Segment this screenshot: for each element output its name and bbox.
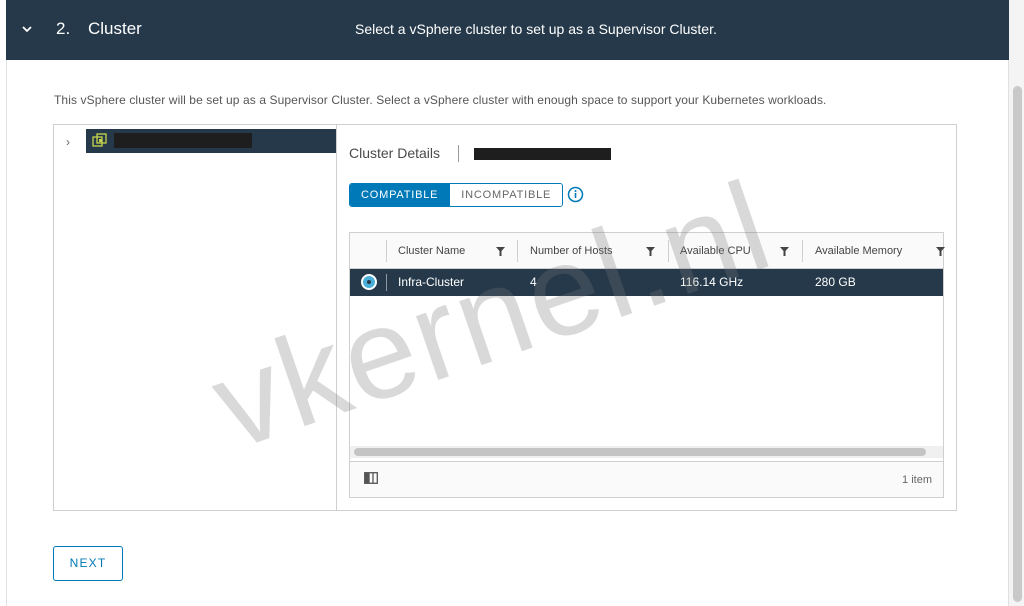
step-header[interactable]: 2. Cluster Select a vSphere cluster to s… (6, 0, 1009, 60)
column-header-cluster-name[interactable]: Cluster Name (398, 233, 465, 269)
tab-incompatible[interactable]: INCOMPATIBLE (449, 184, 563, 206)
datagrid-footer: 1 item (350, 461, 943, 497)
row-separator (386, 274, 387, 291)
step-number: 2. (56, 19, 71, 38)
cell-available-cpu: 116.14 GHz (680, 275, 744, 289)
cell-cluster-name: Infra-Cluster (398, 275, 465, 289)
column-toggle-icon[interactable] (364, 472, 378, 484)
info-icon[interactable] (567, 186, 584, 203)
step-description: This vSphere cluster will be set up as a… (54, 93, 827, 107)
details-divider (458, 145, 459, 162)
datagrid-horizontal-scrollbar[interactable] (350, 446, 943, 458)
inventory-tree: › (54, 125, 337, 510)
scrollbar-thumb[interactable] (354, 448, 926, 456)
tab-compatible[interactable]: COMPATIBLE (350, 184, 450, 206)
column-header-available-memory[interactable]: Available Memory (815, 233, 902, 269)
filter-icon[interactable] (780, 247, 789, 256)
filter-icon[interactable] (496, 247, 505, 256)
compatibility-toggle: COMPATIBLE INCOMPATIBLE (349, 183, 564, 207)
table-row[interactable]: Infra-Cluster 4 116.14 GHz 280 GB (350, 269, 943, 296)
column-header-available-cpu[interactable]: Available CPU (680, 233, 751, 269)
filter-icon[interactable] (646, 247, 655, 256)
datagrid-header: Cluster Name Number of Hosts Available C… (350, 233, 945, 269)
cell-number-of-hosts: 4 (530, 275, 537, 289)
column-separator[interactable] (517, 240, 518, 262)
datacenter-icon (92, 133, 107, 147)
chevron-down-icon[interactable] (20, 22, 34, 36)
cluster-selection-panel: › Cluster Details COMPATIBLE INCOMPATIBL… (53, 124, 957, 511)
column-separator (386, 240, 387, 262)
cluster-details-label: Cluster Details (349, 145, 441, 161)
item-count: 1 item (902, 474, 932, 486)
next-button[interactable]: NEXT (53, 546, 123, 581)
expand-caret-icon[interactable]: › (66, 135, 70, 149)
column-header-number-of-hosts[interactable]: Number of Hosts (530, 233, 613, 269)
tree-node-label-redacted (114, 133, 252, 148)
step-title: Cluster (88, 19, 142, 38)
row-select-radio[interactable] (361, 274, 377, 290)
column-separator[interactable] (668, 240, 669, 262)
radio-dot (367, 280, 371, 284)
filter-icon[interactable] (936, 247, 945, 256)
page-scrollbar-thumb[interactable] (1013, 86, 1022, 602)
cluster-details-name-redacted (474, 148, 611, 160)
cluster-datagrid: Cluster Name Number of Hosts Available C… (349, 232, 945, 498)
cell-available-memory: 280 GB (815, 275, 856, 289)
step-subtitle: Select a vSphere cluster to set up as a … (355, 21, 717, 37)
column-separator[interactable] (802, 240, 803, 262)
